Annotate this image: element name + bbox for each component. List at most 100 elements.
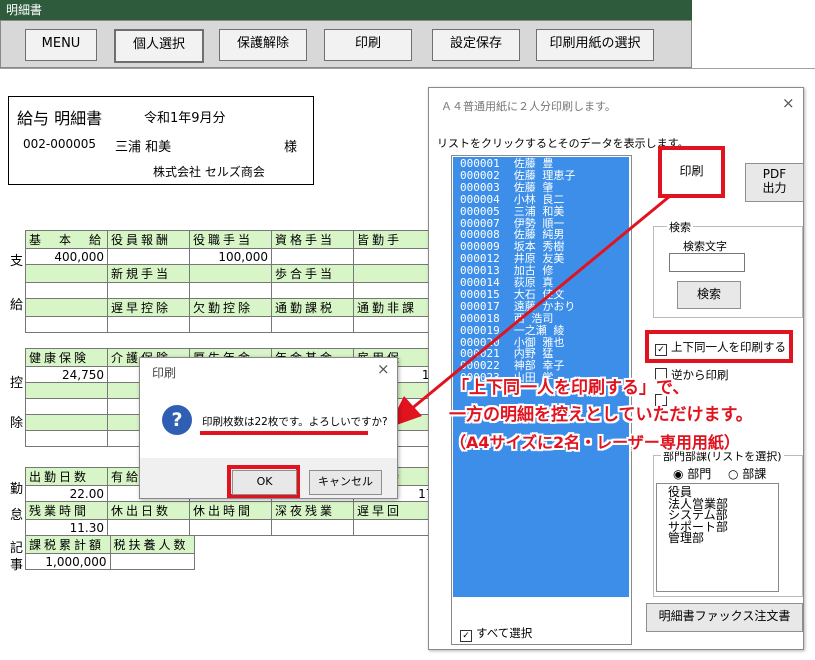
deduction-value[interactable] <box>25 398 108 415</box>
payment-header: 新規手当 <box>107 264 191 283</box>
payment-value[interactable] <box>107 248 191 265</box>
pdf-output-button[interactable]: PDF 出力 <box>745 163 804 202</box>
pdf-button-label-1: PDF <box>762 167 787 181</box>
deduction-side-label-1: 控 <box>10 376 24 391</box>
toolbar-title: 明細書 <box>0 0 692 20</box>
annotation-line-3: （A4サイズに2名・レーザー専用用紙） <box>450 433 740 452</box>
radio-department-label: 部門 <box>687 467 712 481</box>
slip-title: 給与 明細書 <box>17 109 103 128</box>
payment-value[interactable]: 400,000 <box>24 248 109 265</box>
attendance-header: 出勤日数 <box>25 467 108 486</box>
attendance-value[interactable] <box>271 519 354 536</box>
payment-value[interactable] <box>189 316 273 333</box>
attendance-value[interactable]: 22.00 <box>25 485 108 502</box>
close-icon[interactable]: × <box>377 360 390 378</box>
payment-header: 役職手当 <box>189 230 273 249</box>
menu-button[interactable]: MENU <box>25 29 97 61</box>
payment-header: 遅早控除 <box>107 298 191 317</box>
payment-value[interactable] <box>271 248 355 265</box>
deduction-value[interactable]: 24,750 <box>25 366 108 383</box>
notes-table: 課税累計額 税扶養人数 1,000,000 <box>25 535 195 570</box>
department-items: 役員 法人営業部 システム部 サポート部 管理部 <box>657 484 778 545</box>
attendance-header: 深夜残業 <box>271 501 354 520</box>
list-item[interactable]: 000001 佐藤 豊 <box>460 158 553 169</box>
toolbar-print-button[interactable]: 印刷 <box>324 29 412 61</box>
attendance-value[interactable] <box>107 519 190 536</box>
attendance-header: 残業時間 <box>25 501 108 520</box>
same-person-label: 上下同一人を印刷する <box>671 340 786 354</box>
divider <box>0 68 815 69</box>
payment-header: 歩合手当 <box>271 264 355 283</box>
select-all-checkbox[interactable]: ✓ すべて選択 <box>460 625 532 642</box>
cancel-button[interactable]: キャンセル <box>309 470 382 495</box>
person-select-button[interactable]: 個人選択 <box>114 29 204 63</box>
annotation-line-1: 「上下同一人を印刷する」で、 <box>452 378 690 398</box>
list-item[interactable]: 000002 佐藤 理恵子 <box>460 168 576 182</box>
notes-header: 税扶養人数 <box>109 535 195 554</box>
department-list[interactable]: 役員 法人営業部 システム部 サポート部 管理部 <box>656 483 779 592</box>
payment-header: 役員報酬 <box>107 230 191 249</box>
payment-value[interactable] <box>189 282 273 299</box>
employee-name: 三浦 和美 <box>115 140 172 155</box>
slip-period: 令和1年9月分 <box>144 111 226 126</box>
payment-header: 通勤課税 <box>271 298 355 317</box>
print-dialog-title: Ａ４普通用紙に２人分印刷します。 <box>441 100 616 113</box>
department-item[interactable]: 管理部 <box>668 532 778 545</box>
ok-button[interactable]: OK <box>232 470 297 495</box>
notes-value[interactable]: 1,000,000 <box>25 553 111 570</box>
select-all-label: すべて選択 <box>476 626 533 640</box>
attendance-side-label-2: 怠 <box>10 508 24 523</box>
pdf-button-label-2: 出力 <box>762 181 787 195</box>
search-button[interactable]: 検索 <box>677 281 741 309</box>
annotation: 「上下同一人を印刷する」で、 一方の明細を控えとしていただけます。 （A4サイズ… <box>449 375 815 456</box>
paper-select-button[interactable]: 印刷用紙の選択 <box>536 29 654 61</box>
payment-value[interactable] <box>24 282 109 299</box>
notes-value[interactable] <box>109 553 195 570</box>
employee-code: 002-000005 <box>23 137 97 151</box>
payment-header: 欠勤控除 <box>189 298 273 317</box>
payment-value[interactable] <box>24 316 109 333</box>
payment-header <box>24 264 109 283</box>
attendance-header: 休出時間 <box>189 501 272 520</box>
confirm-title: 印刷 <box>152 366 177 380</box>
honorific: 様 <box>284 140 298 155</box>
save-settings-button[interactable]: 設定保存 <box>432 29 520 61</box>
employee-name: 佐藤 理恵子 <box>513 168 576 182</box>
message-underline <box>200 431 368 435</box>
fax-order-button[interactable]: 明細書ファックス注文書 <box>646 603 803 632</box>
payment-value[interactable] <box>271 282 355 299</box>
attendance-side-label-1: 勤 <box>10 482 24 497</box>
deduction-side-label-2: 除 <box>10 416 24 431</box>
deduction-header <box>25 382 108 399</box>
payment-header <box>24 298 109 317</box>
notes-header: 課税累計額 <box>25 535 111 554</box>
question-icon: ? <box>162 405 192 435</box>
radio-section[interactable]: ○ 部課 <box>728 465 766 482</box>
radio-section-label: 部課 <box>742 467 767 481</box>
unprotect-button[interactable]: 保護解除 <box>219 29 307 61</box>
slip-header: 給与 明細書 令和1年9月分 002-000005 三浦 和美 様 株式会社 セ… <box>8 96 314 185</box>
print-button[interactable]: 印刷 <box>663 151 720 193</box>
payment-value[interactable] <box>271 316 355 333</box>
payment-side-label-1: 支 <box>10 254 24 269</box>
toolbar: MENU 個人選択 保護解除 印刷 設定保存 印刷用紙の選択 <box>0 20 692 68</box>
deduction-header <box>25 414 108 431</box>
confirm-dialog: 印刷 × ? 印刷枚数は22枚です。よろしいですか? OK キャンセル <box>139 357 398 499</box>
deduction-header: 健康保険 <box>25 348 108 367</box>
attendance-value[interactable] <box>189 519 272 536</box>
search-text-label: 検索文字 <box>683 240 727 253</box>
payment-value[interactable] <box>107 282 191 299</box>
search-input[interactable] <box>669 253 745 272</box>
radio-department[interactable]: ◉ 部門 <box>673 465 711 482</box>
deduction-value[interactable] <box>25 430 108 447</box>
annotation-line-2: 一方の明細を控えとしていただけます。 <box>449 405 753 425</box>
payment-header <box>189 264 273 283</box>
attendance-header: 休出日数 <box>107 501 190 520</box>
payment-value[interactable]: 100,000 <box>189 248 273 265</box>
attendance-value[interactable]: 11.30 <box>25 519 108 536</box>
notes-side-label-2: 事 <box>10 558 24 573</box>
company-name: 株式会社 セルズ商会 <box>153 165 265 179</box>
payment-side-label-2: 給 <box>10 298 24 313</box>
payment-value[interactable] <box>107 316 191 333</box>
close-icon[interactable]: × <box>782 94 795 112</box>
